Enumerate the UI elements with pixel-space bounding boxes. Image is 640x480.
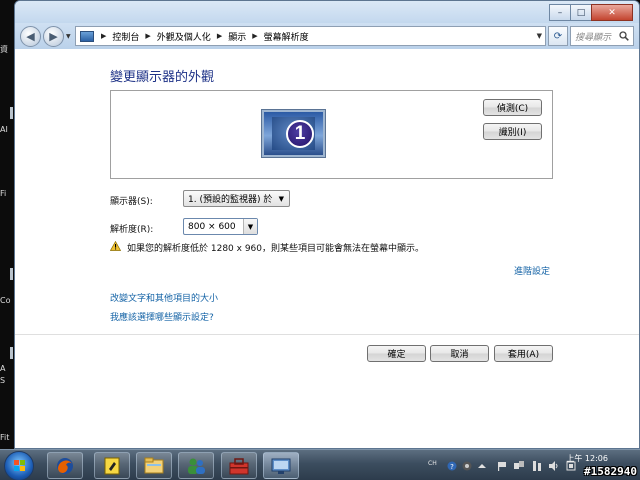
taskbar: CH ? 上午 12:06 #1582940 (0, 449, 640, 480)
desktop-icon-label[interactable]: Fi (0, 189, 14, 198)
chevron-right-icon[interactable]: ▶ (101, 32, 106, 40)
close-button[interactable]: ✕ (591, 4, 633, 21)
desktop-icon-label[interactable]: S (0, 376, 14, 385)
back-button[interactable]: ◀ (20, 26, 41, 47)
windows-logo-icon (14, 460, 26, 472)
monitor-arrangement-area: 1 偵測(C) 識別(I) (110, 90, 553, 179)
chevron-right-icon[interactable]: ▶ (145, 32, 150, 40)
breadcrumb-appearance[interactable]: 外觀及個人化 (157, 30, 211, 43)
show-hidden-icons-icon[interactable] (477, 461, 487, 471)
search-box[interactable]: 搜尋顯示 (570, 26, 634, 46)
desktop-icon-marker (10, 268, 13, 280)
maximize-button[interactable]: □ (570, 4, 592, 21)
chevron-down-icon: ▼ (278, 195, 284, 203)
network-icon[interactable] (514, 461, 524, 471)
forward-button[interactable]: ▶ (43, 26, 64, 47)
chevron-down-icon: ▼ (243, 219, 257, 234)
title-bar[interactable]: – □ ✕ (15, 1, 639, 23)
address-dropdown-icon[interactable]: ▼ (537, 32, 542, 40)
display-select[interactable]: 1. (預設的監視器) 於 ▼ (183, 190, 290, 207)
apply-button[interactable]: 套用(A) (494, 345, 553, 362)
taskbar-explorer[interactable] (136, 452, 172, 479)
content-pane: 變更顯示器的外觀 1 偵測(C) 識別(I) 顯示器(S): 1. (預設的監視… (15, 49, 639, 448)
monitor-1-tile[interactable]: 1 (262, 110, 325, 157)
firefox-icon (57, 457, 73, 474)
identify-button[interactable]: 識別(I) (483, 123, 542, 140)
desktop-icon-marker (10, 347, 13, 359)
chevron-right-icon[interactable]: ▶ (252, 32, 257, 40)
recent-pages-dropdown[interactable]: ▼ (66, 33, 71, 40)
text-size-link[interactable]: 改變文字和其他項目的大小 (110, 291, 218, 304)
desktop-icon-label[interactable]: A (0, 364, 14, 373)
folder-icon (144, 457, 164, 473)
notes-icon (104, 457, 120, 474)
cancel-button[interactable]: 取消 (430, 345, 489, 362)
advanced-settings-link[interactable]: 進階設定 (514, 264, 550, 277)
desktop-icon-marker (10, 107, 13, 119)
display-settings-icon (271, 458, 291, 474)
minimize-button[interactable]: – (549, 4, 571, 21)
display-select-value: 1. (預設的監視器) 於 (188, 195, 273, 205)
taskbar-notes[interactable] (94, 452, 130, 479)
breadcrumb-resolution[interactable]: 螢幕解析度 (264, 30, 309, 43)
refresh-button[interactable]: ⟳ (548, 26, 568, 46)
warning-icon (110, 241, 121, 251)
svg-text:?: ? (450, 463, 454, 471)
taskbar-firefox[interactable] (47, 452, 83, 479)
desktop-icon-label[interactable]: AI (0, 125, 14, 134)
display-label: 顯示器(S): (110, 197, 153, 207)
language-indicator[interactable]: CH (428, 460, 440, 470)
toolbox-icon (229, 457, 249, 474)
search-icon[interactable] (619, 31, 629, 41)
caption-buttons: – □ ✕ (549, 4, 633, 21)
breadcrumb-control-panel[interactable]: 控制台 (112, 30, 139, 43)
which-settings-link[interactable]: 我應該選擇哪些顯示設定? (110, 310, 214, 323)
taskbar-users[interactable] (178, 452, 214, 479)
refresh-icon: ⟳ (553, 30, 563, 42)
action-center-flag-icon[interactable] (497, 461, 507, 471)
desktop-icon-label[interactable]: Fit (0, 433, 14, 442)
forward-arrow-icon: ▶ (49, 30, 58, 43)
clock[interactable]: 上午 12:06 (566, 453, 608, 465)
power-icon[interactable] (532, 461, 542, 471)
footer-divider (15, 334, 639, 335)
monitor-screen: 1 (272, 117, 315, 150)
detect-button[interactable]: 偵測(C) (483, 99, 542, 116)
resolution-select-value: 800 × 600 (188, 221, 236, 232)
users-icon (188, 458, 205, 474)
page-title: 變更顯示器的外觀 (110, 70, 215, 85)
help-icon[interactable]: ? (447, 461, 457, 471)
taskbar-display-settings[interactable] (263, 452, 299, 479)
taskbar-toolbox[interactable] (221, 452, 257, 479)
system-tray: CH ? 上午 12:06 #1582940 (425, 450, 640, 480)
navigation-bar: ◀ ▶ ▼ ▶ 控制台 ▶ 外觀及個人化 ▶ 顯示 ▶ 螢幕解析度 ▼ ⟳ 搜尋… (15, 23, 639, 49)
desktop-icon-label[interactable]: Co (0, 296, 14, 305)
watermark-text: #1582940 (584, 465, 637, 478)
monitor-number-badge: 1 (286, 120, 314, 148)
back-arrow-icon: ◀ (26, 30, 35, 43)
chevron-right-icon[interactable]: ▶ (217, 32, 222, 40)
desktop-icon-label[interactable]: 資 (0, 44, 14, 55)
address-bar[interactable]: ▶ 控制台 ▶ 外觀及個人化 ▶ 顯示 ▶ 螢幕解析度 ▼ (75, 26, 546, 46)
resolution-label: 解析度(R): (110, 225, 154, 235)
control-panel-window: – □ ✕ ◀ ▶ ▼ ▶ 控制台 ▶ 外觀及個人化 ▶ 顯示 ▶ 螢幕解析度 … (14, 0, 640, 449)
breadcrumb-display[interactable]: 顯示 (228, 30, 246, 43)
resolution-warning-text: 如果您的解析度低於 1280 x 960，則某些項目可能會無法在螢幕中顯示。 (127, 244, 424, 254)
start-button[interactable] (4, 451, 34, 480)
control-panel-icon (80, 30, 94, 42)
volume-icon[interactable] (549, 461, 559, 471)
tray-app-icon[interactable] (462, 461, 472, 471)
ok-button[interactable]: 確定 (367, 345, 426, 362)
resolution-select[interactable]: 800 × 600 ▼ (183, 218, 258, 235)
search-input[interactable]: 搜尋顯示 (575, 30, 617, 43)
